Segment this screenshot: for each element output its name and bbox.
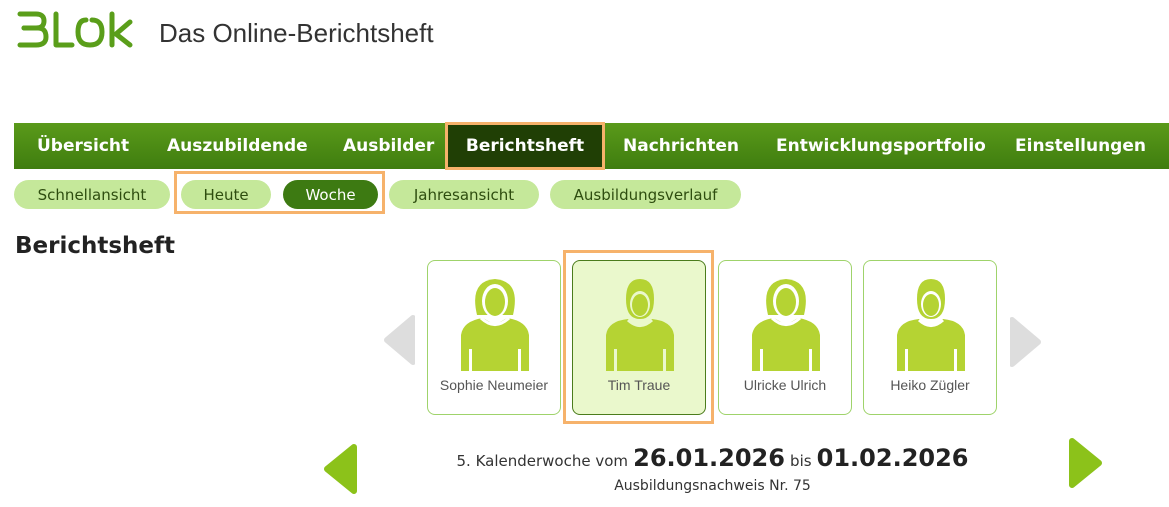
subnav-woche[interactable]: Woche [283,180,378,209]
female-avatar-icon [461,279,529,371]
page-title: Berichtsheft [15,233,176,259]
carousel-prev-icon[interactable] [383,314,415,366]
week-range: 5. Kalenderwoche vom 26.01.2026 bis 01.0… [440,444,985,472]
trainee-name: Heiko Zügler [890,377,970,393]
week-connector: bis [790,452,812,470]
week-start-date: 26.01.2026 [633,444,785,472]
male-avatar-icon [606,279,674,371]
subnav-heute[interactable]: Heute [181,180,271,209]
male-avatar-icon [897,279,965,371]
nav-uebersicht[interactable]: Übersicht [37,123,167,169]
trainee-name: Sophie Neumeier [439,377,549,393]
nav-entwicklungsportfolio[interactable]: Entwicklungsportfolio [776,123,1015,169]
trainee-card[interactable]: Ulricke Ulrich [718,260,852,415]
nav-nachrichten[interactable]: Nachrichten [623,123,776,169]
next-week-icon[interactable] [1068,437,1104,489]
trainee-card[interactable]: Heiko Zügler [863,260,997,415]
subnav-schnellansicht[interactable]: Schnellansicht [14,180,170,209]
previous-week-icon[interactable] [322,443,358,495]
app-title: Das Online-Berichtsheft [159,18,434,48]
nav-auszubildende[interactable]: Auszubildende [167,123,343,169]
trainee-card[interactable]: Sophie Neumeier [427,260,561,415]
carousel-next-icon[interactable] [1010,316,1042,368]
blok-logo [17,11,133,48]
report-number: Ausbildungsnachweis Nr. 75 [614,478,811,494]
female-avatar-icon [752,279,820,371]
trainee-name: Tim Traue [607,377,671,393]
week-end-date: 01.02.2026 [816,444,969,472]
nav-ausbilder[interactable]: Ausbilder [343,123,447,169]
main-nav: Übersicht Auszubildende Ausbilder Berich… [14,122,1169,170]
trainee-card-selected[interactable]: Tim Traue [572,260,706,415]
subnav-ausbildungsverlauf[interactable]: Ausbildungsverlauf [550,180,741,209]
nav-berichtsheft[interactable]: Berichtsheft [445,122,605,170]
nav-einstellungen[interactable]: Einstellungen [1015,123,1155,169]
week-prefix: 5. Kalenderwoche vom [456,452,629,470]
trainee-name: Ulricke Ulrich [743,377,827,393]
subnav-jahresansicht[interactable]: Jahresansicht [389,180,539,209]
